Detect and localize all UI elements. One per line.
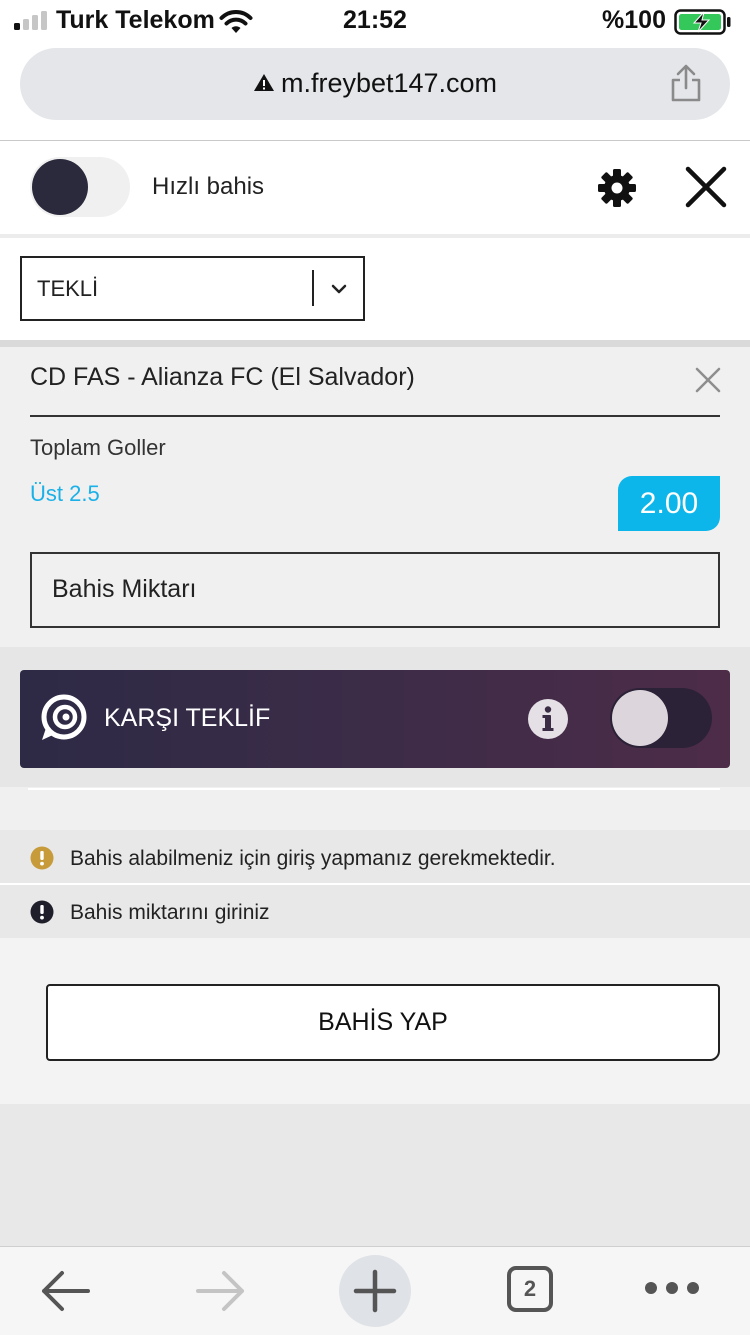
match-name: CD FAS - Alianza FC (El Salvador)	[30, 363, 415, 391]
browser-toolbar: 2	[0, 1246, 750, 1335]
forward-arrow-icon[interactable]	[194, 1267, 248, 1315]
gear-icon[interactable]	[597, 168, 637, 208]
back-arrow-icon[interactable]	[38, 1267, 92, 1315]
toggle-knob	[32, 159, 88, 215]
more-options-icon[interactable]	[644, 1281, 700, 1295]
browser-address-area: m.freybet147.com	[0, 44, 750, 141]
close-icon[interactable]	[684, 165, 728, 209]
bet-type-row: TEKLİ	[0, 238, 750, 340]
tab-switcher-button[interactable]: 2	[507, 1266, 553, 1312]
info-icon[interactable]	[527, 698, 569, 740]
market-name: Toplam Goller	[30, 435, 166, 460]
card-divider	[30, 415, 720, 417]
new-tab-button[interactable]	[339, 1255, 411, 1327]
counter-offer-toggle[interactable]	[610, 688, 712, 748]
divider	[0, 340, 750, 347]
remove-bet-icon[interactable]	[694, 366, 722, 394]
error-icon	[30, 900, 54, 924]
bet-type-select[interactable]: TEKLİ	[20, 256, 365, 321]
quick-bet-toggle[interactable]	[30, 157, 130, 217]
warning-text: Bahis alabilmeniz için giriş yapmanız ge…	[70, 847, 556, 870]
battery-charging-icon	[674, 9, 731, 35]
plus-icon	[353, 1269, 397, 1313]
insecure-warning-icon	[253, 74, 274, 91]
bet-type-value: TEKLİ	[37, 276, 99, 301]
divider	[28, 788, 720, 790]
bet-card: CD FAS - Alianza FC (El Salvador) Toplam…	[0, 347, 750, 647]
place-bet-area: BAHİS YAP	[0, 938, 750, 1104]
counter-offer-label: KARŞI TEKLİF	[104, 704, 271, 732]
stake-input[interactable]: Bahis Miktarı	[30, 552, 720, 628]
url-text: m.freybet147.com	[280, 68, 498, 98]
address-bar[interactable]: m.freybet147.com	[20, 48, 730, 120]
counter-offer-logo-icon	[41, 694, 87, 740]
error-text: Bahis miktarını giriniz	[70, 901, 270, 924]
chevron-down-icon	[331, 284, 347, 294]
selection-name: Üst 2.5	[30, 481, 100, 506]
place-bet-button[interactable]: BAHİS YAP	[46, 984, 720, 1061]
battery-percentage: %100	[602, 6, 666, 34]
quick-bet-label: Hızlı bahis	[152, 173, 265, 200]
status-bar: Turk Telekom 21:52 %100	[0, 0, 750, 44]
warning-icon	[30, 846, 54, 870]
odds-badge: 2.00	[618, 476, 720, 531]
stake-placeholder: Bahis Miktarı	[52, 575, 197, 603]
login-warning-message: Bahis alabilmeniz için giriş yapmanız ge…	[0, 831, 750, 883]
spacer-strip	[0, 787, 750, 830]
stake-error-message: Bahis miktarını giriniz	[0, 885, 750, 938]
share-icon[interactable]	[670, 64, 702, 102]
betslip-header: Hızlı bahis	[0, 141, 750, 234]
url-display[interactable]: m.freybet147.com	[20, 68, 730, 99]
counter-offer-section: KARŞI TEKLİF	[0, 647, 750, 787]
toggle-knob	[612, 690, 668, 746]
counter-offer-bar: KARŞI TEKLİF	[20, 670, 730, 768]
select-divider	[312, 270, 314, 306]
